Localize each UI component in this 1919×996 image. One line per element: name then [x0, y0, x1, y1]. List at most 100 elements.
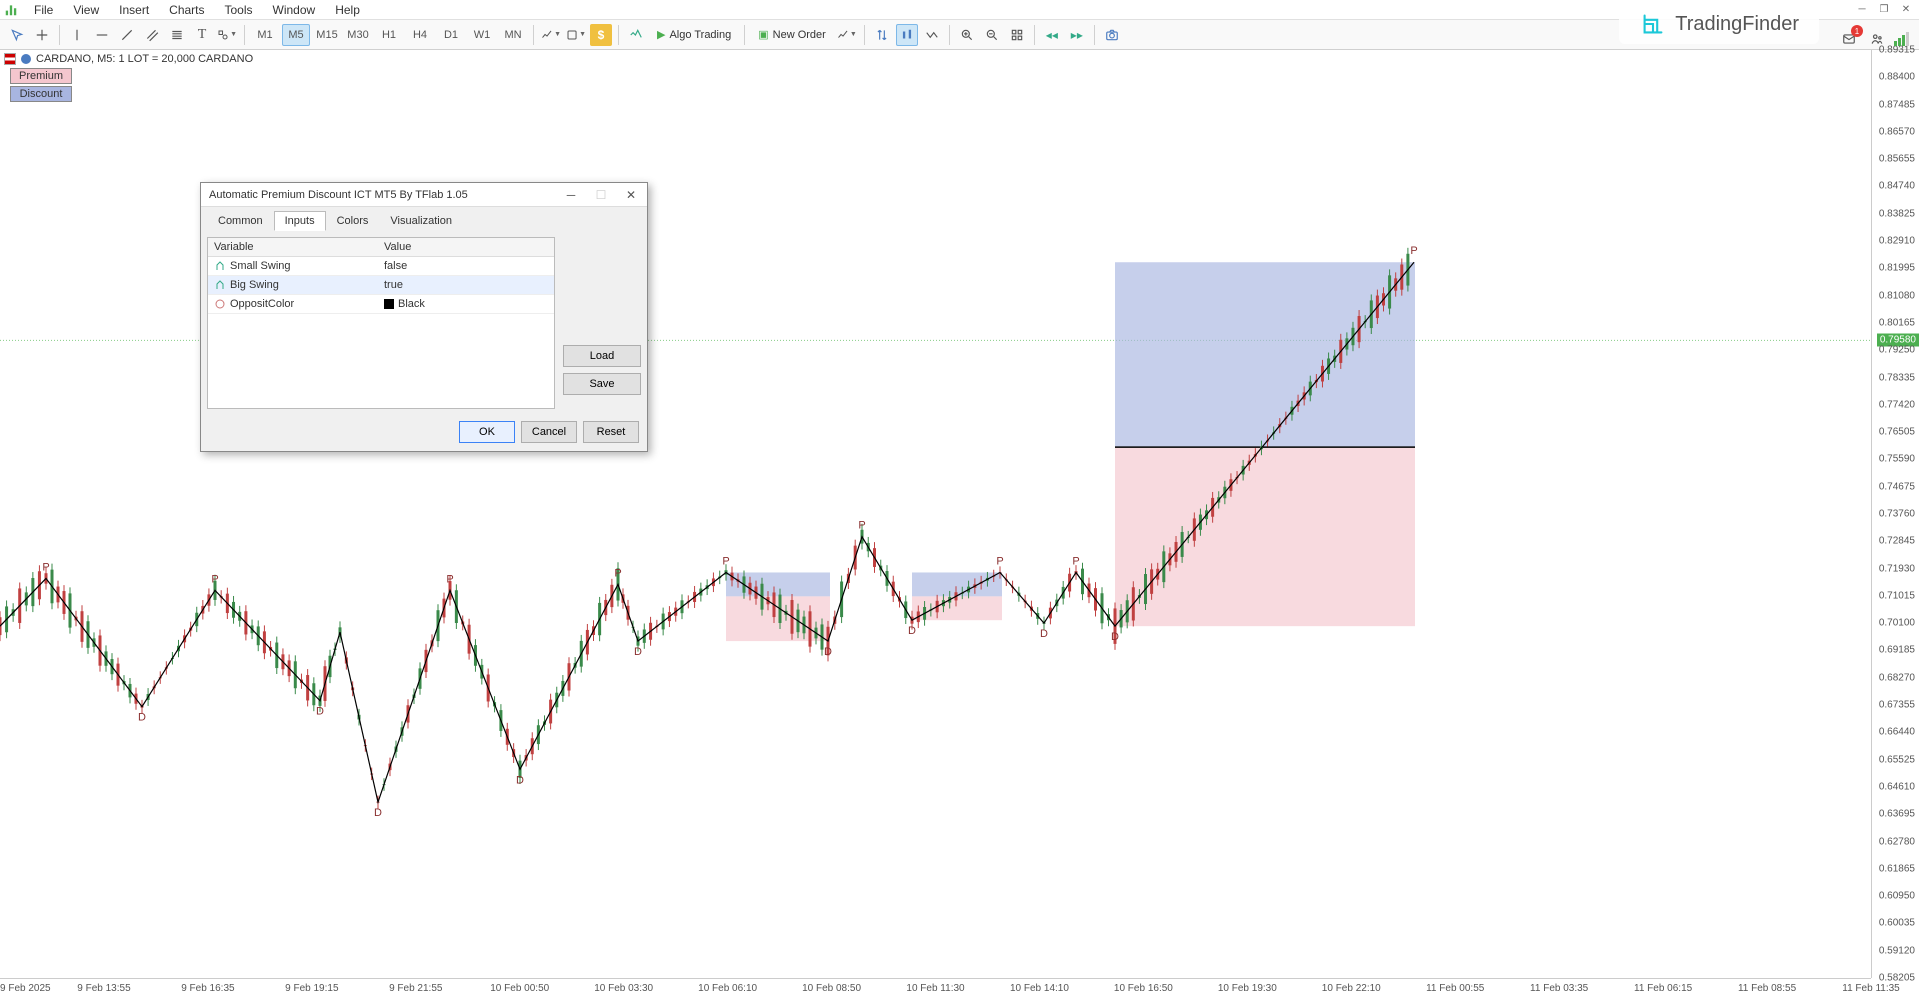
crosshair-tool-icon[interactable] — [31, 24, 53, 46]
svg-text:D: D — [1040, 628, 1048, 640]
status-area: 1 — [1838, 28, 1909, 50]
svg-text:P: P — [858, 520, 865, 532]
price-tick: 0.60950 — [1879, 891, 1915, 902]
connection-icon[interactable] — [1894, 32, 1909, 46]
menu-file[interactable]: File — [30, 1, 57, 19]
new-order-button[interactable]: ▣New Order — [751, 24, 833, 46]
menu-tools[interactable]: Tools — [221, 1, 257, 19]
timeframe-w1[interactable]: W1 — [468, 24, 496, 46]
timeframe-h4[interactable]: H4 — [406, 24, 434, 46]
timeframe-h1[interactable]: H1 — [375, 24, 403, 46]
timeframe-m1[interactable]: M1 — [251, 24, 279, 46]
indicators-icon[interactable] — [625, 24, 647, 46]
equidistant-icon[interactable] — [141, 24, 163, 46]
price-tick: 0.71930 — [1879, 563, 1915, 574]
timeframe-d1[interactable]: D1 — [437, 24, 465, 46]
price-tick: 0.58205 — [1879, 973, 1915, 984]
time-tick: 10 Feb 03:30 — [594, 983, 653, 994]
price-tick: 0.78335 — [1879, 372, 1915, 383]
tree-icon — [214, 260, 226, 272]
community-icon[interactable] — [1866, 28, 1888, 50]
dialog-minimize-icon[interactable]: ─ — [563, 188, 579, 202]
zoom-in-icon[interactable] — [956, 24, 978, 46]
price-tick: 0.84740 — [1879, 181, 1915, 192]
timeframe-m30[interactable]: M30 — [344, 24, 372, 46]
step-fwd-icon[interactable]: ▸▸ — [1066, 24, 1088, 46]
time-tick: 11 Feb 06:15 — [1634, 983, 1692, 994]
objects-icon[interactable]: ▼ — [216, 24, 238, 46]
input-row[interactable]: Small Swing false — [208, 257, 554, 276]
sort-icon[interactable] — [871, 24, 893, 46]
time-tick: 10 Feb 22:10 — [1322, 983, 1381, 994]
time-tick: 9 Feb 21:55 — [389, 983, 442, 994]
menu-window[interactable]: Window — [269, 1, 320, 19]
chart-shift-icon[interactable]: ▼ — [836, 24, 858, 46]
svg-text:D: D — [1111, 631, 1119, 643]
window-restore-icon[interactable]: ❐ — [1875, 3, 1893, 17]
time-tick: 9 Feb 19:15 — [285, 983, 338, 994]
time-tick: 9 Feb 2025 — [0, 983, 51, 994]
grid-icon[interactable] — [1006, 24, 1028, 46]
window-minimize-icon[interactable]: ─ — [1853, 3, 1871, 17]
col-value: Value — [378, 238, 554, 256]
messages-icon[interactable]: 1 — [1838, 28, 1860, 50]
time-tick: 11 Feb 08:55 — [1738, 983, 1796, 994]
window-close-icon[interactable]: ✕ — [1897, 3, 1915, 17]
chart-template-icon[interactable]: ▼ — [565, 24, 587, 46]
dialog-titlebar[interactable]: Automatic Premium Discount ICT MT5 By TF… — [201, 183, 647, 207]
time-tick: 9 Feb 13:55 — [77, 983, 130, 994]
dialog-close-icon[interactable]: ✕ — [623, 188, 639, 202]
dialog-maximize-icon[interactable]: ☐ — [593, 188, 609, 202]
badge-count: 1 — [1851, 25, 1863, 37]
time-tick: 11 Feb 03:35 — [1530, 983, 1588, 994]
input-row[interactable]: Big Swing true — [208, 276, 554, 295]
time-tick: 10 Feb 16:50 — [1114, 983, 1173, 994]
svg-text:D: D — [316, 706, 324, 718]
tab-visualization[interactable]: Visualization — [379, 211, 463, 231]
algo-trading-button[interactable]: ▶Algo Trading — [650, 24, 738, 46]
time-axis: 9 Feb 20259 Feb 13:559 Feb 16:359 Feb 19… — [0, 978, 1871, 996]
vertical-line-icon[interactable] — [66, 24, 88, 46]
menu-help[interactable]: Help — [331, 1, 364, 19]
menu-charts[interactable]: Charts — [165, 1, 208, 19]
price-tick: 0.65525 — [1879, 754, 1915, 765]
ok-button[interactable]: OK — [459, 421, 515, 443]
tab-common[interactable]: Common — [207, 211, 274, 231]
timeframe-mn[interactable]: MN — [499, 24, 527, 46]
svg-text:D: D — [138, 712, 146, 724]
svg-text:D: D — [824, 646, 832, 658]
price-tick: 0.66440 — [1879, 727, 1915, 738]
watermark: TradingFinder — [1619, 4, 1819, 44]
camera-icon[interactable] — [1101, 24, 1123, 46]
save-button[interactable]: Save — [563, 373, 641, 395]
load-button[interactable]: Load — [563, 345, 641, 367]
text-tool-icon[interactable]: T — [191, 24, 213, 46]
cursor-tool-icon[interactable] — [6, 24, 28, 46]
dollar-icon[interactable]: $ — [590, 24, 612, 46]
tree-icon — [214, 279, 226, 291]
price-tick: 0.60035 — [1879, 918, 1915, 929]
timeframe-m5[interactable]: M5 — [282, 24, 310, 46]
svg-text:P: P — [211, 573, 218, 585]
menu-view[interactable]: View — [69, 1, 103, 19]
price-tick: 0.79250 — [1879, 345, 1915, 356]
inputs-table: Variable Value Small Swing false Big Swi… — [207, 237, 555, 409]
fibonacci-icon[interactable] — [166, 24, 188, 46]
reset-button[interactable]: Reset — [583, 421, 639, 443]
input-row[interactable]: OppositColor Black — [208, 295, 554, 314]
timeframe-m15[interactable]: M15 — [313, 24, 341, 46]
indicator-properties-dialog: Automatic Premium Discount ICT MT5 By TF… — [200, 182, 648, 452]
menu-insert[interactable]: Insert — [115, 1, 153, 19]
step-back-icon[interactable]: ◂◂ — [1041, 24, 1063, 46]
price-tick: 0.83825 — [1879, 208, 1915, 219]
horizontal-line-icon[interactable] — [91, 24, 113, 46]
trend-line-icon[interactable] — [116, 24, 138, 46]
cancel-button[interactable]: Cancel — [521, 421, 577, 443]
tab-colors[interactable]: Colors — [326, 211, 380, 231]
zoom-out-icon[interactable] — [981, 24, 1003, 46]
palette-icon — [214, 298, 226, 310]
candles-icon[interactable] — [896, 24, 918, 46]
tab-inputs[interactable]: Inputs — [274, 211, 326, 231]
chart-type-line-icon[interactable]: ▼ — [540, 24, 562, 46]
zigzag-icon[interactable] — [921, 24, 943, 46]
